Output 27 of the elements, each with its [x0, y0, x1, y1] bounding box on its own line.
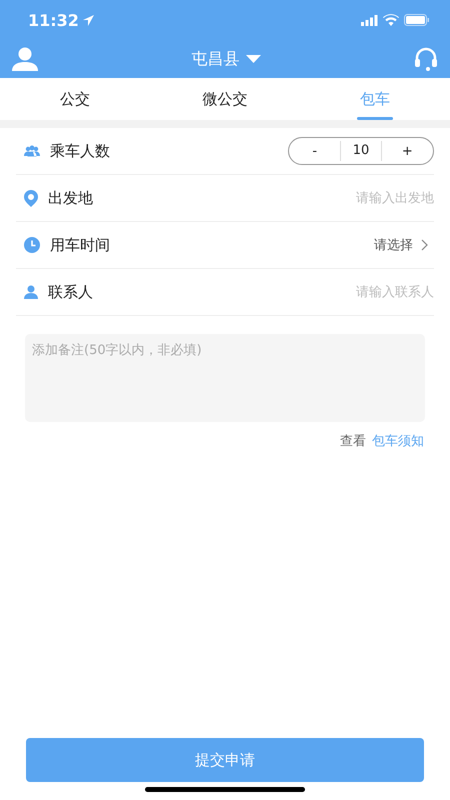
field-label: 联系人 — [48, 282, 94, 302]
headset-icon[interactable] — [414, 47, 438, 71]
people-icon — [24, 145, 40, 157]
input-field[interactable]: 请输入出发地 — [294, 190, 434, 206]
status-time: 11:32 — [28, 10, 94, 30]
input-field[interactable]: 请输入联系人 — [294, 284, 434, 300]
passenger-count: 10 — [340, 141, 382, 161]
tab[interactable]: 微公交 — [150, 78, 300, 120]
battery-icon — [404, 14, 430, 26]
notes-field[interactable]: 添加备注(50字以内，非必填) — [25, 334, 425, 422]
time-select[interactable]: 请选择 — [368, 235, 434, 255]
chevron-right-icon — [421, 239, 428, 251]
minus-button[interactable]: - — [289, 138, 340, 164]
location-pin-icon — [24, 190, 38, 206]
location-arrow-icon — [82, 14, 94, 26]
field-label: 用车时间 — [50, 236, 111, 254]
field-label: 出发地 — [48, 188, 94, 208]
notice-prefix: 查看 — [340, 433, 366, 450]
wifi-icon — [383, 14, 399, 26]
tab[interactable]: 公交 — [0, 78, 150, 120]
user-icon[interactable] — [12, 47, 38, 71]
field-label: 乘车人数 — [50, 142, 111, 160]
plus-button[interactable]: + — [382, 138, 433, 164]
person-icon — [24, 285, 38, 299]
caret-down-icon — [246, 55, 260, 63]
signal-icon — [361, 14, 378, 26]
clock-icon — [24, 237, 40, 253]
